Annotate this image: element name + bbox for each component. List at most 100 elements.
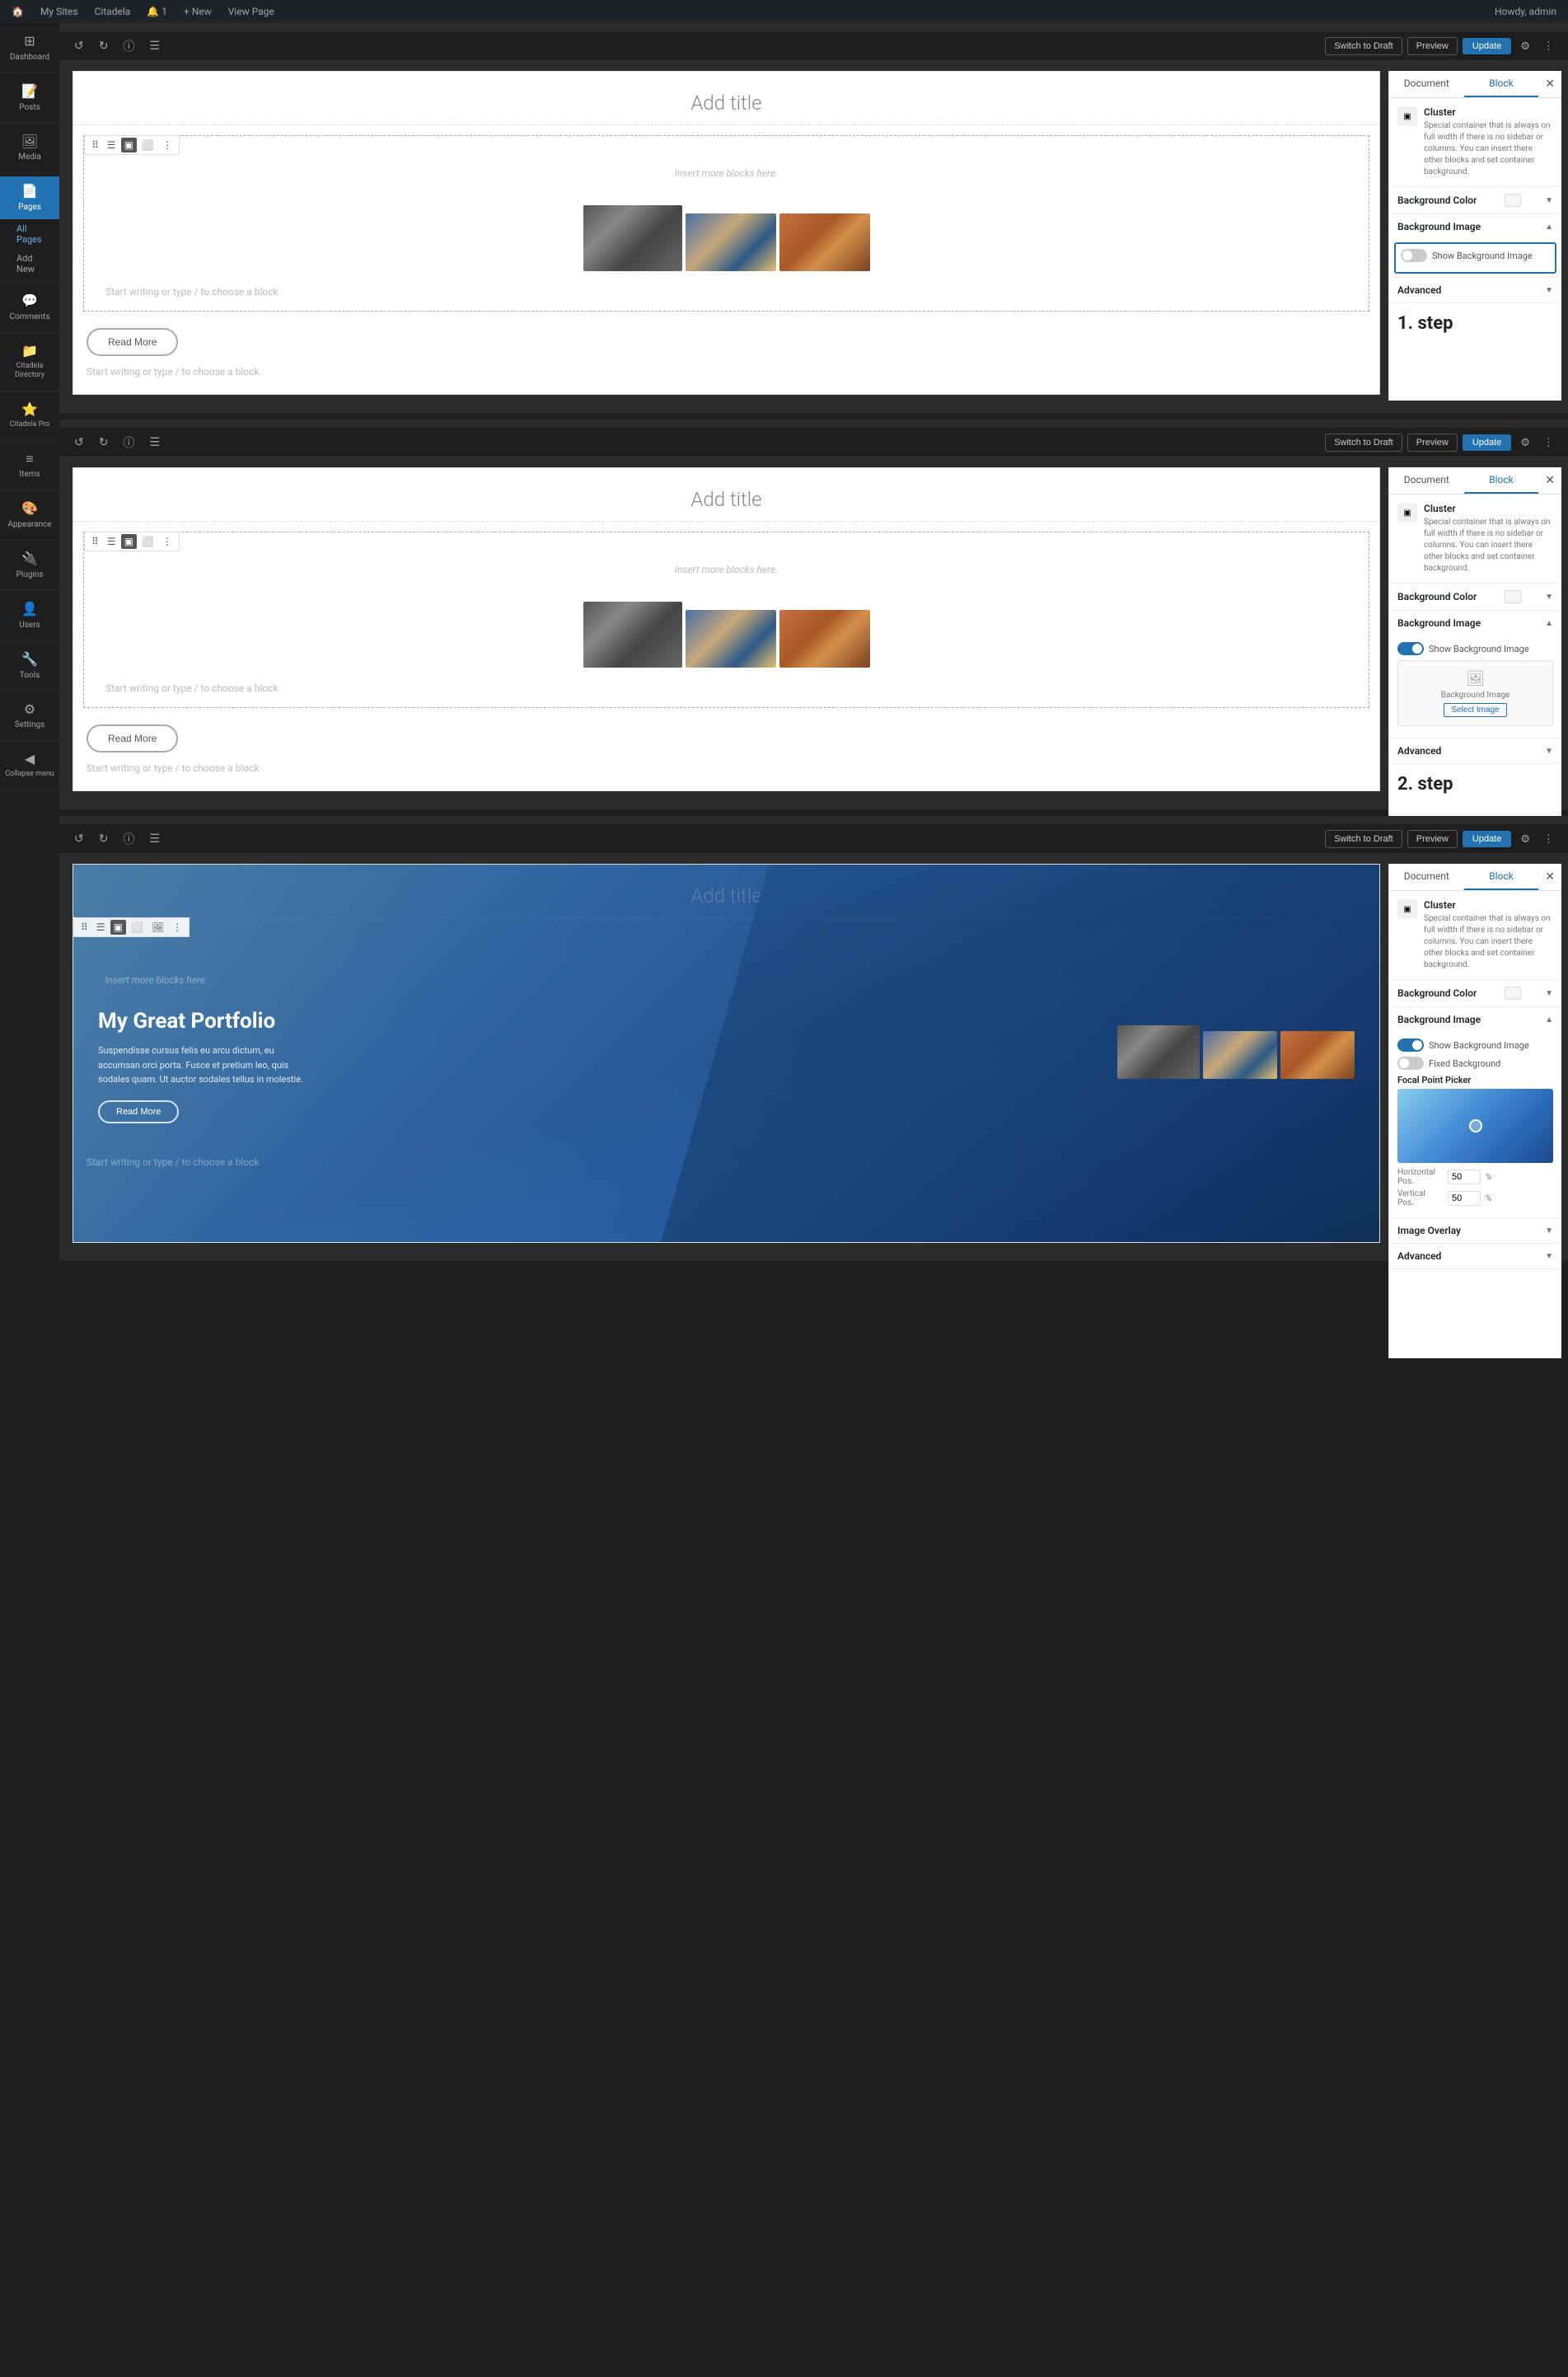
panel-tab-document-3[interactable]: Document	[1389, 864, 1464, 890]
more-btn-2[interactable]: ⋮	[159, 534, 176, 549]
read-more-btn-1[interactable]: Read More	[87, 328, 178, 356]
focal-point-dot-3[interactable]	[1469, 1119, 1482, 1132]
new-content-link[interactable]: + New	[179, 4, 217, 19]
list-view-btn-2[interactable]: ☰	[144, 432, 165, 452]
undo-btn-3[interactable]: ↺	[69, 828, 89, 849]
undo-btn-2[interactable]: ↺	[69, 432, 89, 452]
cluster-btn-3[interactable]: ▣	[110, 920, 126, 935]
update-btn-1[interactable]: Update	[1463, 38, 1511, 54]
settings-gear-btn-2[interactable]: ⚙	[1516, 433, 1534, 452]
list-view-btn-3[interactable]: ☰	[144, 828, 165, 849]
drag-btn-2[interactable]: ⠿	[88, 534, 102, 549]
switch-draft-btn-3[interactable]: Switch to Draft	[1325, 830, 1402, 848]
sidebar-subitem-add-new[interactable]: Add New	[0, 249, 59, 279]
sidebar-item-posts[interactable]: 📝 Posts	[0, 77, 59, 120]
sidebar-item-citadela-directory[interactable]: 📁 Citadela Directory	[0, 336, 59, 387]
cluster-btn-2[interactable]: ▣	[121, 534, 137, 549]
list-btn-2[interactable]: ☰	[104, 534, 119, 549]
cluster-btn-1[interactable]: ▣	[121, 138, 137, 152]
sidebar-item-tools[interactable]: 🔧 Tools	[0, 645, 59, 687]
settings-gear-btn-3[interactable]: ⚙	[1516, 829, 1534, 849]
advanced-header-2[interactable]: Advanced ▼	[1389, 738, 1561, 763]
color-preview-1[interactable]	[1505, 194, 1521, 207]
sidebar-item-users[interactable]: 👤 Users	[0, 594, 59, 637]
drag-btn-3[interactable]: ⠿	[77, 920, 91, 935]
update-btn-3[interactable]: Update	[1463, 831, 1511, 847]
undo-btn-1[interactable]: ↺	[69, 35, 89, 56]
panel-close-1[interactable]: ✕	[1538, 71, 1561, 97]
align-btn-2[interactable]: ⬜	[138, 534, 157, 549]
info-btn-2[interactable]: ⓘ	[118, 431, 139, 454]
more-options-btn-1[interactable]: ⋮	[1539, 36, 1558, 56]
advanced-header-3[interactable]: Advanced ▼	[1389, 1244, 1561, 1268]
sidebar-item-appearance[interactable]: 🎨 Appearance	[0, 494, 59, 537]
vertical-pos-input-3[interactable]	[1448, 1191, 1481, 1206]
read-more-btn-3[interactable]: Read More	[98, 1100, 179, 1123]
my-sites-link[interactable]: My Sites	[35, 4, 83, 19]
list-view-btn-1[interactable]: ☰	[144, 35, 165, 56]
color-preview-2[interactable]	[1505, 590, 1521, 603]
sidebar-item-comments[interactable]: 💬 Comments	[0, 286, 59, 329]
sidebar-item-pages[interactable]: 📄 Pages	[0, 176, 59, 219]
read-more-btn-2[interactable]: Read More	[87, 724, 178, 752]
settings-gear-btn-1[interactable]: ⚙	[1516, 36, 1534, 56]
show-bg-toggle-1[interactable]	[1401, 249, 1427, 262]
preview-btn-2[interactable]: Preview	[1407, 434, 1458, 452]
redo-btn-2[interactable]: ↻	[94, 432, 114, 452]
horizontal-pos-input-3[interactable]	[1448, 1170, 1481, 1184]
wp-logo[interactable]: 🏠	[7, 4, 29, 19]
preview-btn-3[interactable]: Preview	[1407, 830, 1458, 848]
show-bg-toggle-3[interactable]	[1397, 1038, 1424, 1052]
align-btn-1[interactable]: ⬜	[138, 138, 157, 152]
sidebar-item-settings[interactable]: ⚙ Settings	[0, 695, 59, 738]
more-options-btn-3[interactable]: ⋮	[1539, 829, 1558, 849]
more-btn-3[interactable]: ⋮	[169, 920, 185, 935]
sidebar-item-plugins[interactable]: 🔌 Plugins	[0, 544, 59, 587]
drag-btn-1[interactable]: ⠿	[88, 138, 102, 152]
focal-point-preview-3[interactable]	[1397, 1089, 1553, 1163]
list-btn-1[interactable]: ☰	[104, 138, 119, 152]
view-page-link[interactable]: View Page	[223, 4, 279, 19]
redo-btn-1[interactable]: ↻	[94, 35, 114, 56]
color-preview-3[interactable]	[1505, 987, 1521, 1000]
block-container-1[interactable]: ⠿ ☰ ▣ ⬜ ⋮ Insert more blocks here.	[83, 135, 1369, 312]
sidebar-item-dashboard[interactable]: ⊞ Dashboard	[0, 26, 59, 69]
info-btn-3[interactable]: ⓘ	[118, 827, 139, 851]
panel-close-2[interactable]: ✕	[1538, 467, 1561, 494]
panel-tab-document-2[interactable]: Document	[1389, 467, 1464, 494]
bg-image-header-2[interactable]: Background Image ▲	[1389, 611, 1561, 635]
redo-btn-3[interactable]: ↻	[94, 828, 114, 849]
bg-image-picker-2[interactable]: 🖼 Background Image Select Image	[1397, 660, 1553, 726]
site-name-link[interactable]: Citadela	[90, 4, 136, 19]
bg-image-header-1[interactable]: Background Image ▲	[1389, 214, 1561, 239]
panel-tab-block-2[interactable]: Block	[1464, 467, 1539, 494]
preview-btn-1[interactable]: Preview	[1407, 37, 1458, 55]
panel-tab-block-1[interactable]: Block	[1464, 71, 1539, 97]
info-btn-1[interactable]: ⓘ	[118, 35, 139, 58]
align-btn-3[interactable]: ⬜	[128, 920, 147, 935]
bg-image-header-3[interactable]: Background Image ▲	[1389, 1007, 1561, 1032]
bg-color-header-2[interactable]: Background Color ▼	[1389, 584, 1561, 610]
updates-link[interactable]: 🔔 1	[142, 4, 172, 19]
bg-color-header-1[interactable]: Background Color ▼	[1389, 187, 1561, 213]
sidebar-item-media[interactable]: 🖼 Media	[0, 127, 59, 170]
page-title-2[interactable]: Add title	[73, 468, 1379, 522]
update-btn-2[interactable]: Update	[1463, 434, 1511, 451]
sidebar-item-citadela-pro[interactable]: ⭐ Citadela Pro	[0, 395, 59, 436]
advanced-header-1[interactable]: Advanced ▼	[1389, 278, 1561, 302]
hero-title-3[interactable]: My Great Portfolio	[98, 1009, 1104, 1034]
select-image-btn-2[interactable]: Select Image	[1444, 703, 1506, 717]
switch-draft-btn-1[interactable]: Switch to Draft	[1325, 37, 1402, 55]
more-btn-1[interactable]: ⋮	[159, 138, 176, 152]
bg-color-header-3[interactable]: Background Color ▼	[1389, 980, 1561, 1006]
image-overlay-header-3[interactable]: Image Overlay ▼	[1389, 1218, 1561, 1243]
sidebar-item-collapse[interactable]: ◀ Collapse menu	[0, 744, 59, 785]
list-btn-3[interactable]: ☰	[93, 920, 109, 935]
panel-tab-block-3[interactable]: Block	[1464, 864, 1539, 890]
more-options-btn-2[interactable]: ⋮	[1539, 433, 1558, 452]
fixed-bg-toggle-3[interactable]	[1397, 1057, 1424, 1070]
image-btn-3[interactable]: 🖼	[148, 920, 167, 935]
sidebar-item-items[interactable]: ≡ Items	[0, 444, 59, 487]
sidebar-subitem-all-pages[interactable]: All Pages	[0, 219, 59, 249]
page-title-1[interactable]: Add title	[73, 72, 1379, 125]
